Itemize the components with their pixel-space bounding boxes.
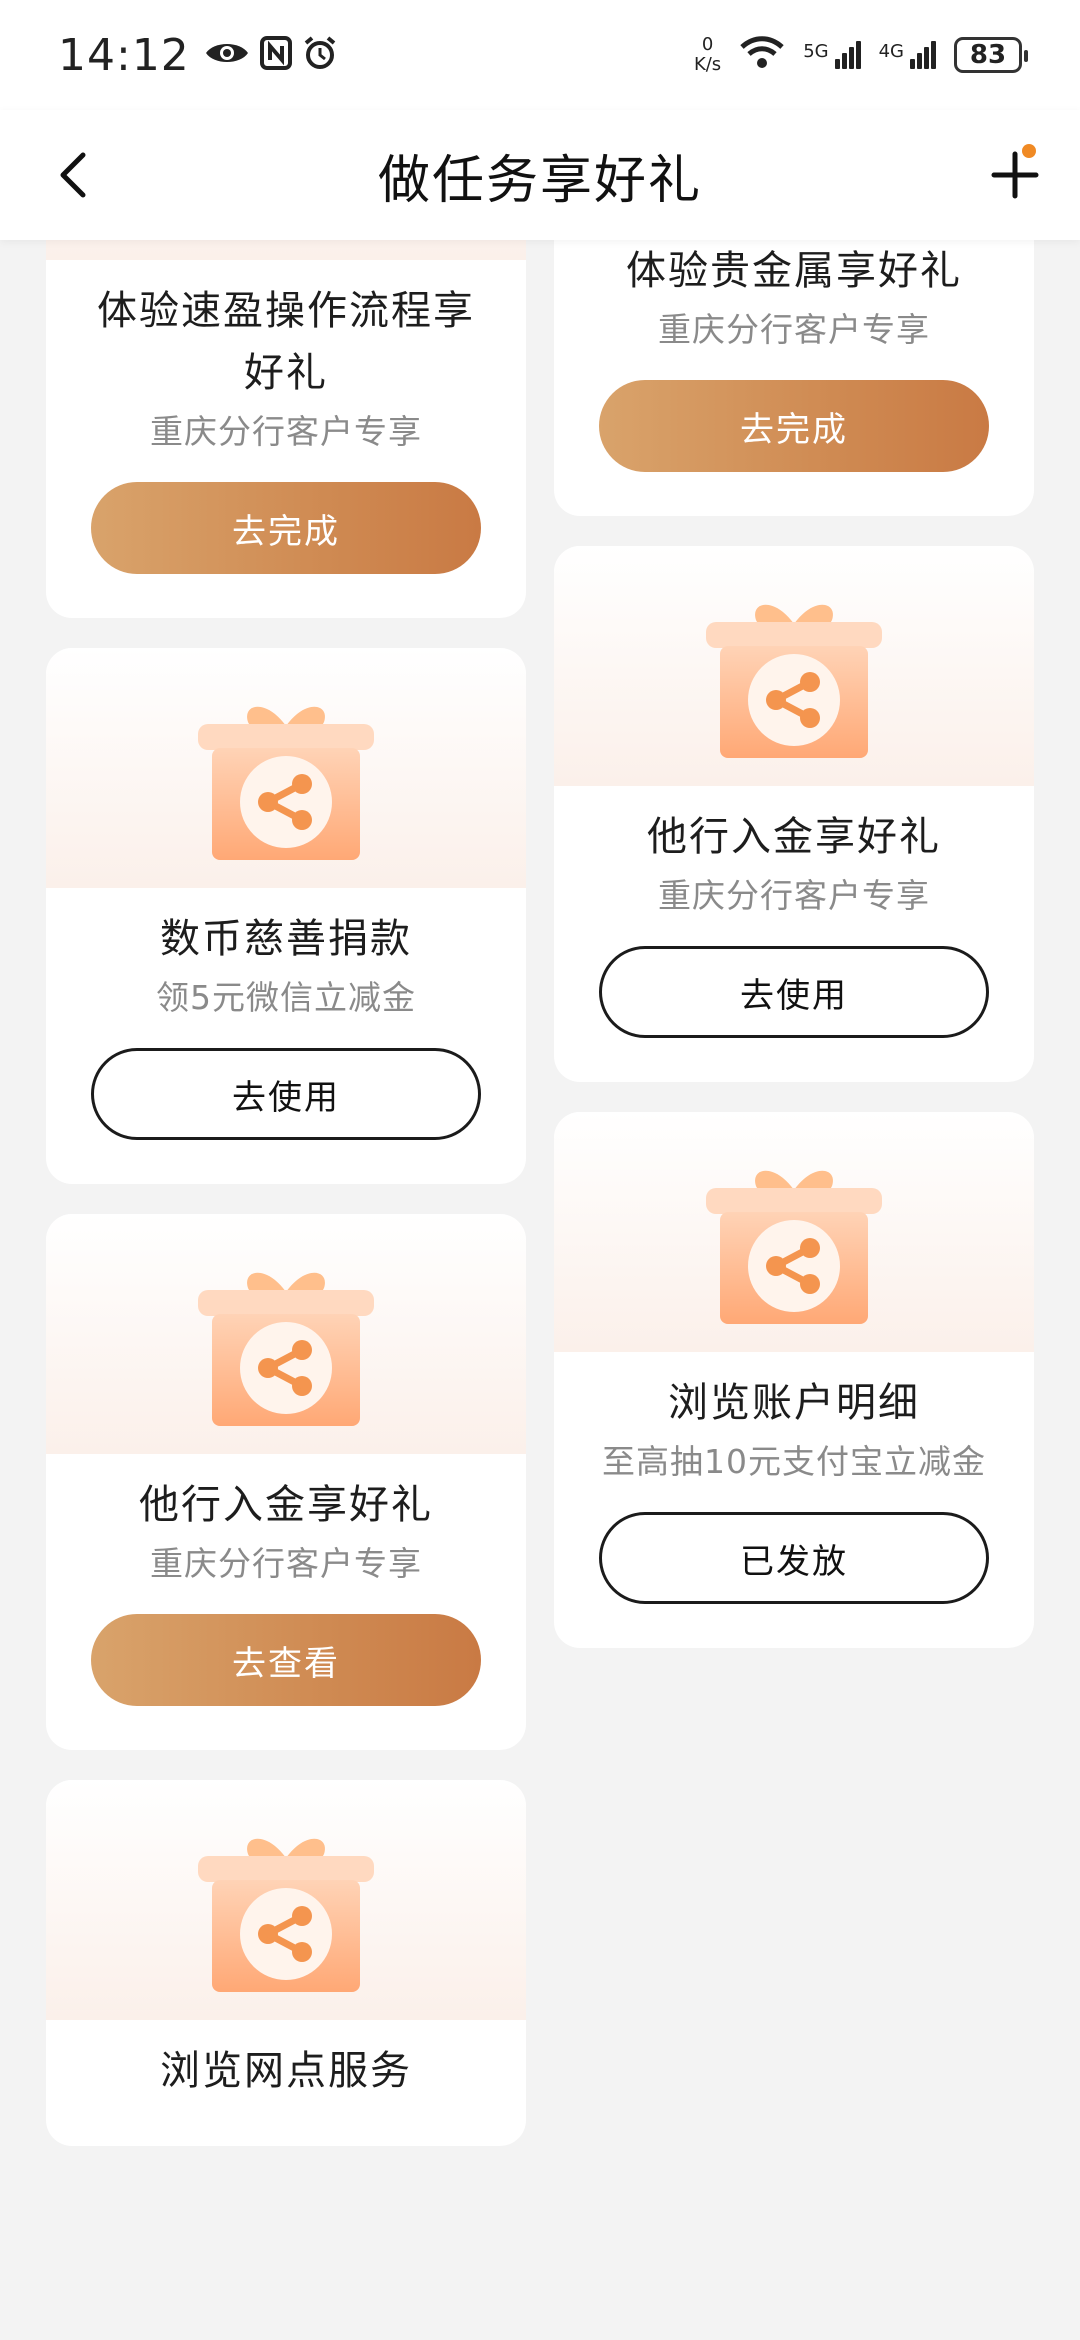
signal-4g-label: 4G: [878, 41, 904, 62]
task-card: 数币慈善捐款 领5元微信立减金 去使用: [46, 648, 526, 1184]
status-time: 14:12: [58, 29, 190, 81]
task-title: 他行入金享好礼: [139, 1482, 433, 1528]
task-action-button[interactable]: 已发放: [599, 1512, 989, 1604]
net-speed: 0 K/s: [694, 35, 721, 75]
add-button[interactable]: [980, 140, 1050, 210]
plus-icon: [991, 151, 1039, 199]
eye-icon: [204, 37, 250, 73]
task-subtitle: 重庆分行客户专享: [658, 876, 930, 915]
page-title: 做任务享好礼: [377, 150, 702, 211]
task-subtitle: 至高抽10元支付宝立减金: [602, 1442, 986, 1481]
alarm-icon: [302, 35, 338, 75]
gift-share-icon: [198, 1272, 374, 1426]
task-title: 体验贵金属享好礼: [626, 248, 962, 294]
wifi-icon: [739, 35, 785, 75]
nfc-icon: [259, 36, 292, 74]
back-button[interactable]: [38, 140, 108, 210]
signal-4g: 4G: [879, 41, 936, 69]
task-title: 浏览网点服务: [160, 2048, 412, 2094]
task-action-button[interactable]: 去查看: [91, 1614, 481, 1706]
task-card: 浏览账户明细 至高抽10元支付宝立减金 已发放: [554, 1112, 1034, 1648]
signal-5g-label: 5G: [803, 41, 829, 62]
gift-image: [554, 1112, 1034, 1352]
task-action-button[interactable]: 去完成: [91, 482, 481, 574]
task-subtitle: 重庆分行客户专享: [150, 1544, 422, 1583]
task-subtitle: 重庆分行客户专享: [658, 310, 930, 349]
gift-image: [554, 546, 1034, 786]
task-title: 他行入金享好礼: [647, 814, 941, 860]
gift-image: [46, 648, 526, 888]
signal-5g: 5G: [803, 41, 861, 69]
chevron-left-icon: [60, 152, 86, 198]
net-speed-unit: K/s: [693, 54, 722, 75]
task-subtitle: 领5元微信立减金: [156, 978, 416, 1017]
gift-share-icon: [198, 706, 374, 860]
task-card: 他行入金享好礼 重庆分行客户专享 去查看: [46, 1214, 526, 1750]
nav-header: 做任务享好礼: [0, 110, 1080, 240]
status-left-icons: [204, 35, 338, 75]
task-title: 数币慈善捐款: [160, 916, 412, 962]
gift-share-icon: [706, 604, 882, 758]
status-right-icons: 0 K/s 5G 4G 83: [694, 35, 1028, 75]
task-list[interactable]: 体验速盈操作流程享好礼 重庆分行客户专享 去完成 数币慈善捐款 领5元微信立减金…: [0, 240, 1080, 2340]
net-speed-value: 0: [701, 34, 714, 55]
gift-image: [46, 240, 526, 260]
task-subtitle: 重庆分行客户专享: [150, 412, 422, 451]
task-title: 浏览账户明细: [668, 1380, 920, 1426]
left-column: 体验速盈操作流程享好礼 重庆分行客户专享 去完成 数币慈善捐款 领5元微信立减金…: [46, 240, 526, 2176]
gift-share-icon: [706, 1170, 882, 1324]
task-action-button[interactable]: 去使用: [599, 946, 989, 1038]
gift-image: [46, 1214, 526, 1454]
task-card: 体验贵金属享好礼 重庆分行客户专享 去完成: [554, 240, 1034, 516]
right-column: 体验贵金属享好礼 重庆分行客户专享 去完成 他行入金享好礼 重庆分行客户专享 去…: [554, 240, 1034, 1678]
task-card: 他行入金享好礼 重庆分行客户专享 去使用: [554, 546, 1034, 1082]
task-action-button[interactable]: 去使用: [91, 1048, 481, 1140]
task-card: 体验速盈操作流程享好礼 重庆分行客户专享 去完成: [46, 240, 526, 618]
notification-dot: [1022, 144, 1036, 158]
gift-image: [46, 1780, 526, 2020]
task-title: 体验速盈操作流程享好礼: [97, 288, 475, 396]
gift-share-icon: [198, 1838, 374, 1992]
status-bar: 14:12 0 K/s 5G 4G 83: [0, 0, 1080, 110]
battery-indicator: 83: [954, 37, 1028, 73]
task-action-button[interactable]: 去完成: [599, 380, 989, 472]
task-card: 浏览网点服务: [46, 1780, 526, 2146]
